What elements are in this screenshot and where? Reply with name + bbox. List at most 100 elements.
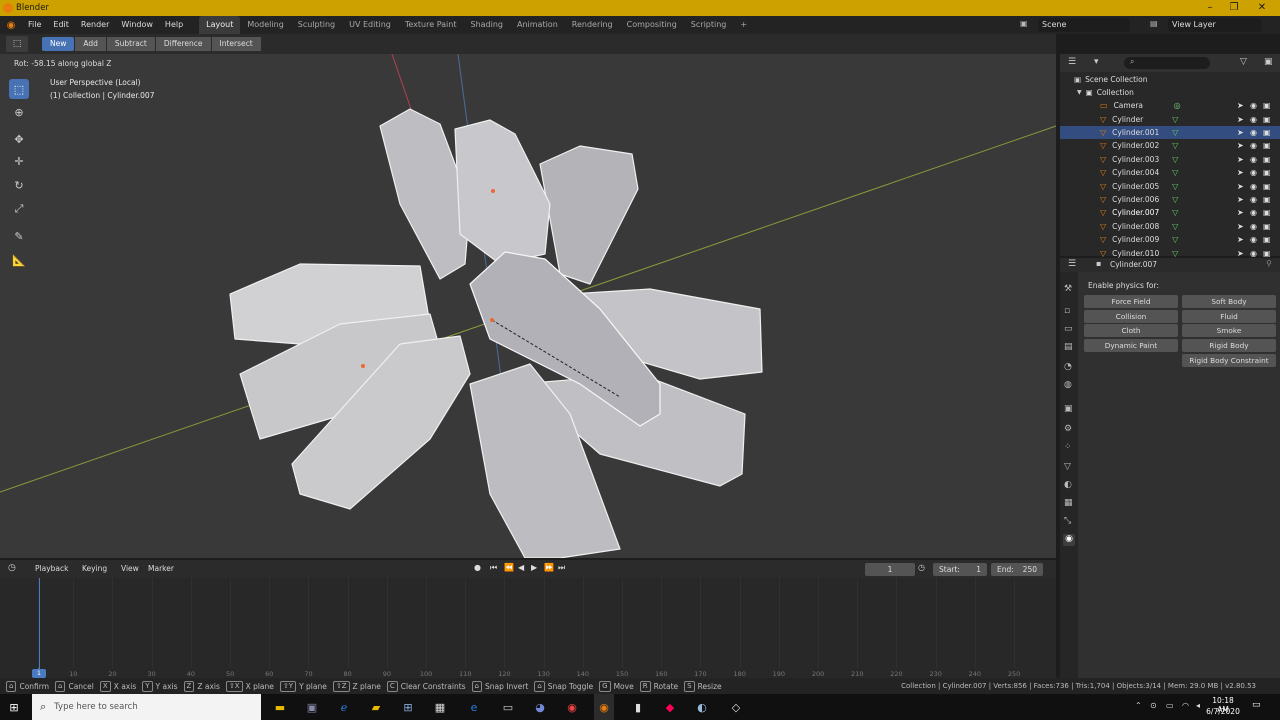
taskbar-search-input[interactable]: Type here to search <box>54 702 138 712</box>
visibility-icon[interactable]: ◉ <box>1250 101 1257 110</box>
next-key-icon[interactable]: ⏩ <box>544 563 554 572</box>
prev-key-icon[interactable]: ⏪ <box>504 563 514 572</box>
app-icon[interactable]: ▣ <box>302 697 322 717</box>
select-mode-icon[interactable]: ⬚ <box>6 36 28 52</box>
add-workspace-button[interactable]: + <box>733 16 754 34</box>
visibility-icon[interactable]: ◉ <box>1250 128 1257 137</box>
bool-add-button[interactable]: Add <box>75 37 106 51</box>
render-toggle-icon[interactable]: ▣ <box>1263 141 1271 150</box>
edge-icon[interactable]: ℯ <box>334 697 354 717</box>
render-toggle-icon[interactable]: ▣ <box>1263 101 1271 110</box>
epic-games-icon[interactable]: ▮ <box>628 697 648 717</box>
steam-icon[interactable]: ◐ <box>692 697 712 717</box>
render-toggle-icon[interactable]: ▣ <box>1263 155 1271 164</box>
annotate-icon[interactable]: ✎ <box>9 226 29 246</box>
world-tab-icon[interactable]: ◍ <box>1064 380 1072 390</box>
render-toggle-icon[interactable]: ▣ <box>1263 195 1271 204</box>
calculator-icon[interactable]: ▦ <box>430 697 450 717</box>
outliner-editor-icon[interactable]: ☰ <box>1068 57 1076 67</box>
select-toggle-icon[interactable]: ➤ <box>1237 155 1244 164</box>
physics-tab-icon[interactable]: ◉ <box>1063 534 1075 546</box>
visibility-icon[interactable]: ◉ <box>1250 182 1257 191</box>
scene-tab-icon[interactable]: ◔ <box>1064 362 1072 372</box>
particles-tab-icon[interactable]: ⁘ <box>1064 442 1072 452</box>
output-tab-icon[interactable]: ▭ <box>1064 324 1073 334</box>
move-icon[interactable]: ✥ <box>9 129 29 149</box>
tool-tab-icon[interactable]: ⚒ <box>1064 284 1072 294</box>
unity-icon[interactable]: ◇ <box>726 697 746 717</box>
dynamic-paint-button[interactable]: Dynamic Paint <box>1084 339 1178 352</box>
menu-marker[interactable]: Marker <box>148 564 174 573</box>
select-toggle-icon[interactable]: ➤ <box>1237 128 1244 137</box>
taskbar-search[interactable]: ⌕ Type here to search <box>32 694 261 720</box>
material-tab-icon[interactable]: ⤡ <box>1064 516 1071 526</box>
tab-animation[interactable]: Animation <box>510 16 565 34</box>
render-toggle-icon[interactable]: ▣ <box>1263 222 1271 231</box>
end-frame-field[interactable]: End: 250 <box>991 563 1043 576</box>
rotate-icon[interactable]: ↻ <box>9 175 29 195</box>
jump-start-icon[interactable]: ⏮ <box>490 563 497 573</box>
collision-button[interactable]: Collision <box>1084 310 1178 323</box>
render-toggle-icon[interactable]: ▣ <box>1263 168 1271 177</box>
outliner-item[interactable]: ▽ Cylinder.006 ▽ ➤ ◉ ▣ <box>1060 193 1280 206</box>
clock-date[interactable]: 6/7/2020 <box>1206 707 1240 716</box>
visibility-icon[interactable]: ◉ <box>1250 155 1257 164</box>
timeline-editor-icon[interactable]: ◷ <box>8 563 16 573</box>
display-icon[interactable]: ▭ <box>1166 701 1174 710</box>
tab-shading[interactable]: Shading <box>463 16 510 34</box>
folder-icon[interactable]: ▰ <box>366 697 386 717</box>
tab-scripting[interactable]: Scripting <box>684 16 734 34</box>
select-toggle-icon[interactable]: ➤ <box>1237 222 1244 231</box>
chrome-icon[interactable]: ◉ <box>562 697 582 717</box>
select-toggle-icon[interactable]: ➤ <box>1237 168 1244 177</box>
cloth-button[interactable]: Cloth <box>1084 324 1178 337</box>
tab-rendering[interactable]: Rendering <box>565 16 620 34</box>
force-field-button[interactable]: Force Field <box>1084 295 1178 308</box>
mesh-data-icon[interactable]: ▽ <box>1172 115 1178 124</box>
preview-range-icon[interactable]: ◷ <box>918 563 925 572</box>
outliner-item[interactable]: ▽ Cylinder.009 ▽ ➤ ◉ ▣ <box>1060 233 1280 246</box>
select-toggle-icon[interactable]: ➤ <box>1237 195 1244 204</box>
modifier-tab-icon[interactable]: ⚙ <box>1064 424 1072 434</box>
menu-render[interactable]: Render <box>75 16 115 34</box>
mesh-data-icon[interactable]: ▽ <box>1172 168 1178 177</box>
tray-chevron-icon[interactable]: ⌃ <box>1135 701 1142 710</box>
jump-end-icon[interactable]: ⏭ <box>558 563 565 573</box>
render-toggle-icon[interactable]: ▣ <box>1263 182 1271 191</box>
select-toggle-icon[interactable]: ➤ <box>1237 101 1244 110</box>
current-frame-field[interactable]: 1 <box>865 563 915 576</box>
render-toggle-icon[interactable]: ▣ <box>1263 235 1271 244</box>
outliner-item[interactable]: ▽ Cylinder.003 ▽ ➤ ◉ ▣ <box>1060 153 1280 166</box>
outliner-item[interactable]: ▽ Cylinder ▽ ➤ ◉ ▣ <box>1060 112 1280 125</box>
scale-icon[interactable]: ⤢ <box>9 199 29 219</box>
constraints-tab-icon[interactable]: ◐ <box>1064 480 1072 490</box>
view-layer-tab-icon[interactable]: ▤ <box>1064 342 1073 352</box>
outliner-item[interactable]: ▽ Cylinder.004 ▽ ➤ ◉ ▣ <box>1060 166 1280 179</box>
camera-data-icon[interactable]: ◎ <box>1174 101 1181 110</box>
mesh-data-icon[interactable]: ▽ <box>1172 235 1178 244</box>
visibility-icon[interactable]: ◉ <box>1250 195 1257 204</box>
menu-edit[interactable]: Edit <box>47 16 75 34</box>
properties-editor-icon[interactable]: ☰ <box>1068 259 1076 269</box>
visibility-icon[interactable]: ◉ <box>1250 249 1257 258</box>
select-box-icon[interactable]: ⬚ <box>9 79 29 99</box>
visibility-icon[interactable]: ◉ <box>1250 222 1257 231</box>
bool-intersect-button[interactable]: Intersect <box>211 37 261 51</box>
select-toggle-icon[interactable]: ➤ <box>1237 249 1244 258</box>
record-icon[interactable]: ● <box>474 563 481 572</box>
bool-subtract-button[interactable]: Subtract <box>106 37 155 51</box>
outliner-item[interactable]: ▽ Cylinder.002 ▽ ➤ ◉ ▣ <box>1060 139 1280 152</box>
measure-icon[interactable]: 📐 <box>9 250 29 270</box>
tab-layout[interactable]: Layout <box>199 16 241 34</box>
tab-compositing[interactable]: Compositing <box>620 16 684 34</box>
file-explorer-icon[interactable]: ▬ <box>270 697 290 717</box>
mesh-data-icon[interactable]: ▽ <box>1172 195 1178 204</box>
tab-sculpting[interactable]: Sculpting <box>291 16 342 34</box>
cursor-icon[interactable]: ⊕ <box>9 102 29 122</box>
pin-icon[interactable]: ⚲ <box>1266 259 1272 268</box>
menu-view[interactable]: View <box>121 564 139 573</box>
outliner-item[interactable]: ▽ Cylinder.001 ▽ ➤ ◉ ▣ <box>1060 125 1280 140</box>
outliner-item[interactable]: ▽ Cylinder.007 ▽ ➤ ◉ ▣ <box>1060 206 1280 219</box>
display-mode-icon[interactable]: ▾ <box>1094 57 1099 67</box>
mesh-data-icon[interactable]: ▽ <box>1172 182 1178 191</box>
